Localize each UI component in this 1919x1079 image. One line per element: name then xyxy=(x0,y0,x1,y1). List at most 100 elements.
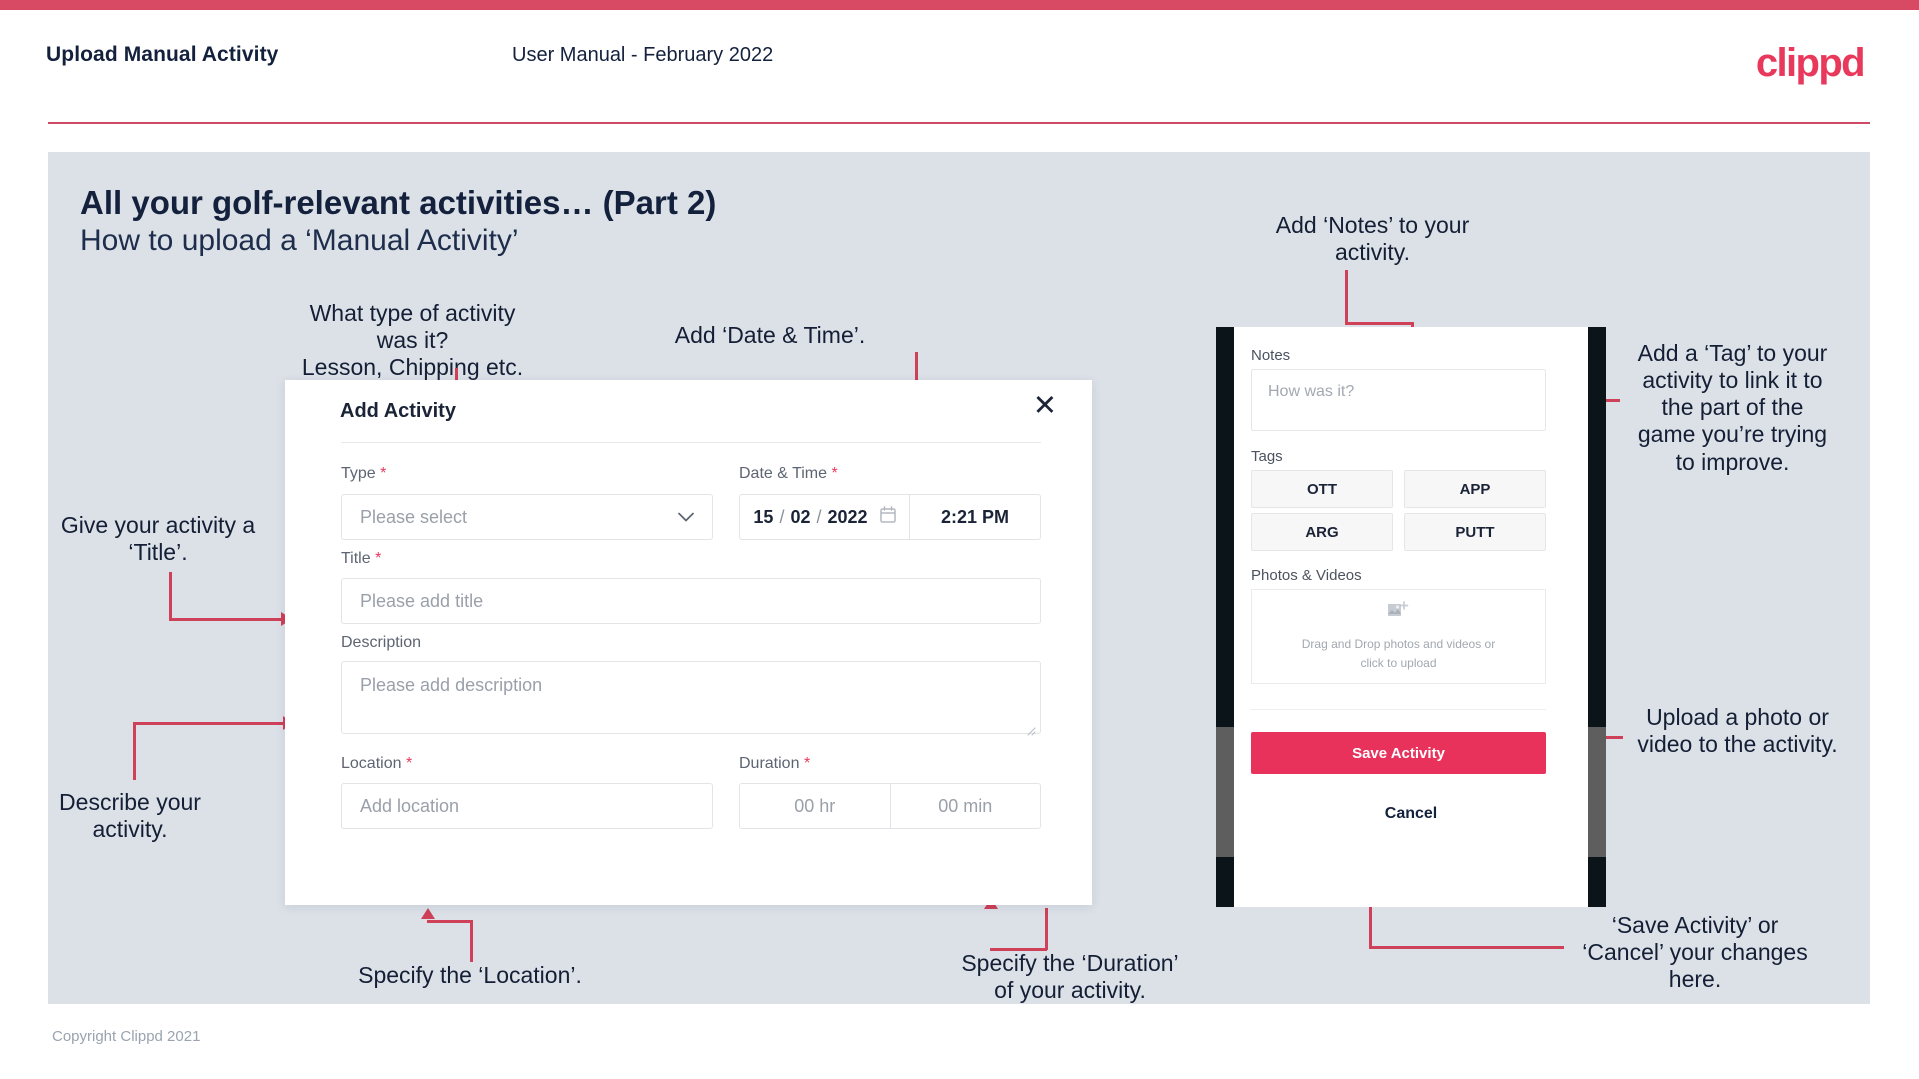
slide-title: All your golf-relevant activities… (Part… xyxy=(80,184,717,221)
type-required-marker: * xyxy=(380,465,387,482)
tag-button-putt[interactable]: PUTT xyxy=(1404,513,1546,551)
leader-location-v xyxy=(470,920,473,962)
title-input[interactable]: Please add title xyxy=(341,578,1041,624)
chevron-down-icon xyxy=(678,507,694,528)
close-icon[interactable]: ✕ xyxy=(1033,392,1057,421)
leader-notes-h xyxy=(1345,322,1413,325)
phone-screen: Notes How was it? Tags OTT APP ARG PUTT … xyxy=(1234,327,1588,907)
tag-button-arg[interactable]: ARG xyxy=(1251,513,1393,551)
tags-label: Tags xyxy=(1251,448,1283,465)
duration-group: 00 hr 00 min xyxy=(739,783,1041,829)
leader-save-h xyxy=(1369,946,1564,949)
duration-hours-input[interactable]: 00 hr xyxy=(740,784,890,828)
slide-subtitle: How to upload a ‘Manual Activity’ xyxy=(80,224,519,257)
annotation-save: ‘Save Activity’ or ‘Cancel’ your changes… xyxy=(1582,912,1808,993)
phone-bezel-right-accent xyxy=(1588,727,1606,857)
leader-title-v xyxy=(169,572,172,620)
duration-hours-value: 00 hr xyxy=(794,795,836,816)
phone-divider xyxy=(1251,709,1546,710)
dropzone-line-2: click to upload xyxy=(1360,656,1437,670)
date-input[interactable]: 15 / 02 / 2022 xyxy=(740,495,910,539)
tag-button-ott[interactable]: OTT xyxy=(1251,470,1393,508)
annotation-description: Describe your activity. xyxy=(59,789,201,843)
footer-copyright: Copyright Clippd 2021 xyxy=(52,1028,201,1045)
datetime-required-marker: * xyxy=(831,465,838,482)
type-label: Type * xyxy=(341,465,386,483)
add-image-icon xyxy=(1387,600,1410,627)
photos-label: Photos & Videos xyxy=(1251,567,1362,584)
tag-label-app: APP xyxy=(1459,480,1491,498)
description-textarea[interactable]: Please add description xyxy=(341,661,1041,736)
leader-duration-h xyxy=(990,948,1047,951)
cancel-button[interactable]: Cancel xyxy=(1234,805,1588,823)
type-label-text: Type xyxy=(341,465,376,482)
calendar-icon[interactable] xyxy=(879,506,896,528)
title-required-marker: * xyxy=(375,550,382,567)
time-value: 2:21 PM xyxy=(940,506,1010,527)
title-label: Title * xyxy=(341,550,381,568)
phone-bezel-left xyxy=(1216,327,1234,907)
leader-duration-v xyxy=(1045,908,1048,950)
annotation-type: What type of activity was it? Lesson, Ch… xyxy=(301,300,524,381)
notes-label: Notes xyxy=(1251,347,1291,364)
datetime-group: 15 / 02 / 2022 2:21 PM xyxy=(739,494,1041,540)
phone-bezel-right xyxy=(1588,327,1606,907)
annotation-duration: Specify the ‘Duration’ of your activity. xyxy=(961,950,1179,1004)
annotation-location: Specify the ‘Location’. xyxy=(358,962,582,988)
date-month: 02 xyxy=(790,506,811,527)
datetime-label: Date & Time * xyxy=(739,465,838,483)
time-input[interactable]: 2:21 PM xyxy=(910,495,1040,539)
clippd-logo: clippd xyxy=(1755,41,1866,85)
dropzone-line-1: Drag and Drop photos and videos or xyxy=(1301,636,1496,651)
phone-mockup: Notes How was it? Tags OTT APP ARG PUTT … xyxy=(1216,327,1606,907)
add-activity-dialog: Add Activity ✕ Type * Please select Date… xyxy=(285,380,1092,905)
description-label: Description xyxy=(341,634,421,652)
location-required-marker: * xyxy=(405,755,413,772)
description-placeholder: Please add description xyxy=(360,675,543,695)
annotation-datetime: Add ‘Date & Time’. xyxy=(674,322,866,348)
dialog-divider xyxy=(341,442,1041,443)
phone-bezel-left-accent xyxy=(1216,727,1234,857)
save-activity-label: Save Activity xyxy=(1352,744,1445,762)
leader-location-arrow xyxy=(421,908,435,919)
tag-label-putt: PUTT xyxy=(1455,523,1495,541)
tag-label-ott: OTT xyxy=(1307,480,1337,498)
duration-required-marker: * xyxy=(803,755,811,772)
duration-minutes-input[interactable]: 00 min xyxy=(889,784,1041,828)
type-select[interactable]: Please select xyxy=(341,494,713,540)
date-sep-1: / xyxy=(779,506,785,527)
description-label-text: Description xyxy=(341,634,422,651)
tag-label-arg: ARG xyxy=(1305,523,1339,541)
page-title: Upload Manual Activity xyxy=(46,43,279,66)
dialog-header: Add Activity ✕ xyxy=(285,380,1092,442)
leader-title-h xyxy=(169,618,283,621)
duration-minutes-value: 00 min xyxy=(938,795,993,816)
location-input[interactable]: Add location xyxy=(341,783,713,829)
title-input-placeholder: Please add title xyxy=(360,590,484,611)
datetime-label-text: Date & Time xyxy=(739,465,828,482)
save-activity-button[interactable]: Save Activity xyxy=(1251,732,1546,774)
leader-description-h xyxy=(133,722,285,725)
header-divider xyxy=(48,122,1870,124)
notes-placeholder: How was it? xyxy=(1268,383,1355,400)
location-label: Location * xyxy=(341,755,412,773)
cancel-label: Cancel xyxy=(1384,805,1438,822)
annotation-tags: Add a ‘Tag’ to your activity to link it … xyxy=(1637,340,1828,475)
leader-notes-v1 xyxy=(1345,270,1348,324)
notes-textarea[interactable]: How was it? xyxy=(1251,369,1546,431)
leader-description-v xyxy=(133,722,136,780)
type-select-placeholder: Please select xyxy=(360,506,468,527)
annotation-title: Give your activity a ‘Title’. xyxy=(60,512,256,566)
resize-grip-icon[interactable] xyxy=(1026,720,1036,736)
date-year: 2022 xyxy=(827,506,868,527)
dialog-title: Add Activity xyxy=(340,400,456,422)
annotation-photos: Upload a photo or video to the activity. xyxy=(1637,704,1838,758)
tag-button-app[interactable]: APP xyxy=(1404,470,1546,508)
header-subtitle: User Manual - February 2022 xyxy=(512,44,774,66)
photo-dropzone[interactable]: Drag and Drop photos and videos or click… xyxy=(1251,589,1546,684)
date-sep-2: / xyxy=(816,506,822,527)
date-day: 15 xyxy=(753,506,774,527)
location-label-text: Location xyxy=(341,755,402,772)
annotation-notes: Add ‘Notes’ to your activity. xyxy=(1275,212,1470,266)
top-accent-bar xyxy=(0,0,1919,10)
